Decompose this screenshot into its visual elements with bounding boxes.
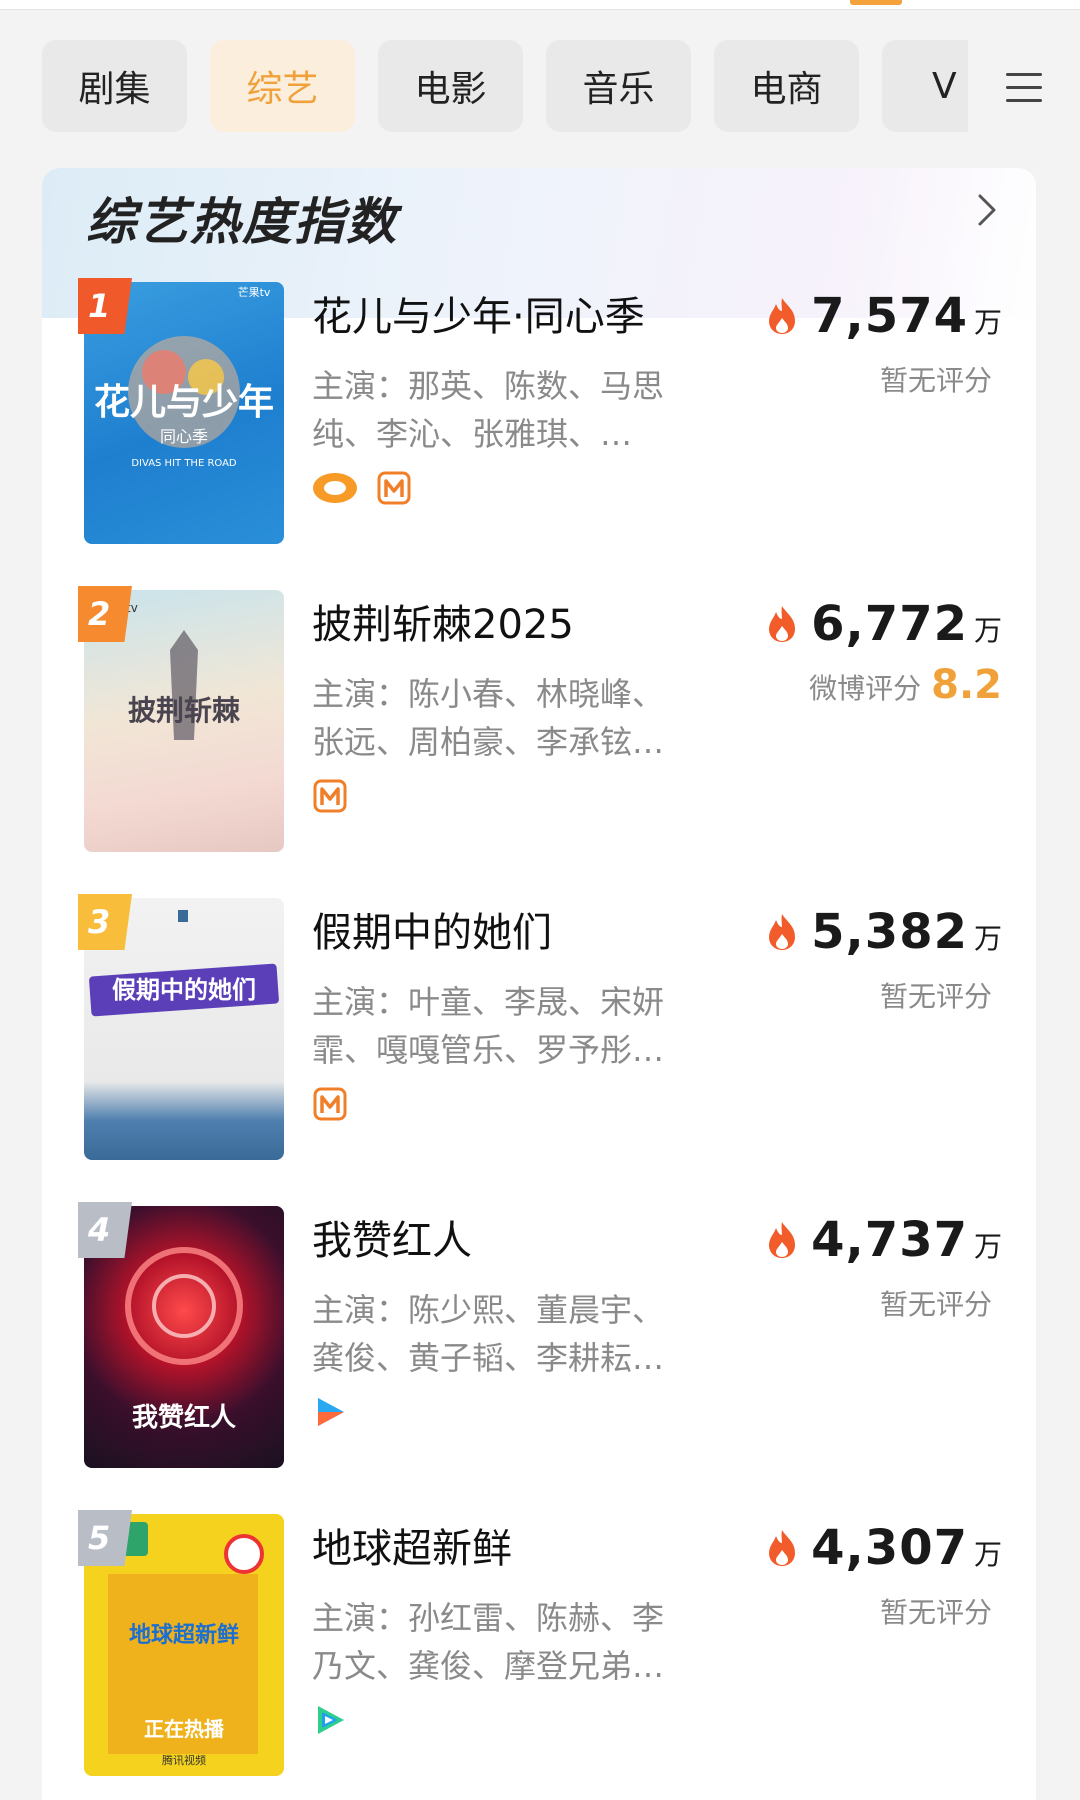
heat-unit: 万	[973, 306, 1002, 339]
cast-list: 主演：孙红雷、陈赫、李 乃文、龚俊、摩登兄弟…	[312, 1594, 712, 1690]
show-title[interactable]: 花儿与少年·同心季	[312, 284, 732, 342]
heat-unit: 万	[973, 1230, 1002, 1263]
top-strip	[0, 0, 1080, 10]
score-label: 暂无评分	[879, 980, 992, 1013]
score: 暂无评分	[692, 1278, 1002, 1324]
tab-movie[interactable]: 电影	[378, 40, 523, 132]
cast-line: 主演：那英、陈数、马思	[312, 367, 665, 405]
svg-text:芒果tv: 芒果tv	[238, 286, 271, 299]
score-label: 暂无评分	[879, 1288, 992, 1321]
ranking-item[interactable]: 披荆斩棘 果tv 2 披荆斩棘2025 主演：陈小春、林晓峰、 张远、周柏豪、李…	[42, 586, 1036, 860]
svg-text:我赞红人: 我赞红人	[132, 1402, 236, 1433]
mango-tv-icon	[313, 473, 357, 503]
tab-variety[interactable]: 综艺	[210, 40, 355, 132]
score: 暂无评分	[692, 354, 1002, 400]
cast-line: 主演：陈小春、林晓峰、	[312, 675, 665, 713]
cast-list: 主演：陈少熙、董晨宇、 龚俊、黄子韬、李耕耘…	[312, 1286, 712, 1382]
heat-unit: 万	[973, 614, 1002, 647]
youku-icon	[318, 1398, 344, 1426]
show-title[interactable]: 地球超新鲜	[312, 1516, 732, 1574]
score-label: 暂无评分	[879, 1596, 992, 1629]
platform-list	[312, 468, 412, 508]
score: 暂无评分	[692, 970, 1002, 1016]
show-title[interactable]: 我赞红人	[312, 1208, 732, 1266]
platform-list	[312, 776, 348, 816]
heat-value: 7,574	[811, 288, 968, 344]
platform-list	[312, 1392, 348, 1432]
flame-icon	[769, 606, 796, 642]
cast-line: 霏、嘎嘎管乐、罗予彤…	[312, 1031, 665, 1069]
tab-ecommerce[interactable]: 电商	[714, 40, 859, 132]
show-title[interactable]: 披荆斩棘2025	[312, 592, 732, 650]
cast-line: 乃文、龚俊、摩登兄弟…	[312, 1647, 665, 1685]
show-title[interactable]: 假期中的她们	[312, 900, 732, 958]
tab-music[interactable]: 音乐	[546, 40, 691, 132]
cast-line: 主演：孙红雷、陈赫、李	[312, 1599, 665, 1637]
cast-line: 主演：叶童、李晟、宋妍	[312, 983, 665, 1021]
svg-text:DIVAS HIT THE ROAD: DIVAS HIT THE ROAD	[131, 458, 237, 469]
ranking-item[interactable]: 地球超新鲜 正在热播 腾讯视频 5 地球超新鲜 主演：孙红雷、陈赫、李 乃文、龚…	[42, 1510, 1036, 1784]
heat-value: 6,772	[811, 596, 968, 652]
ranking-item[interactable]: 我赞红人 4 我赞红人 主演：陈少熙、董晨宇、 龚俊、黄子韬、李耕耘… 4,73…	[42, 1202, 1036, 1476]
heat-index: 4,737 万	[742, 1212, 1002, 1268]
heat-value: 4,307	[811, 1520, 968, 1576]
svg-text:假期中的她们: 假期中的她们	[112, 976, 256, 1004]
cast-list: 主演：陈小春、林晓峰、 张远、周柏豪、李承铉…	[312, 670, 712, 766]
svg-text:同心季: 同心季	[160, 427, 208, 446]
flame-icon	[769, 914, 796, 950]
cast-list: 主演：那英、陈数、马思 纯、李沁、张雅琪、…	[312, 362, 712, 458]
panel-title: 综艺热度指数	[86, 193, 398, 251]
hamburger-icon	[1006, 73, 1042, 103]
rank-badge: 4	[78, 1202, 132, 1258]
tab-drama[interactable]: 剧集	[42, 40, 187, 132]
score: 微博评分 8.2	[692, 662, 1002, 708]
svg-text:地球超新鲜: 地球超新鲜	[129, 1622, 239, 1648]
mgtv-icon	[313, 1087, 347, 1121]
score-label: 微博评分	[809, 672, 922, 705]
tencent-video-icon	[318, 1706, 344, 1734]
cast-line: 主演：陈少熙、董晨宇、	[312, 1291, 665, 1329]
svg-text:披荆斩棘: 披荆斩棘	[128, 694, 240, 727]
rank-badge: 5	[78, 1510, 132, 1566]
platform-list	[312, 1700, 348, 1740]
rank-badge: 1	[78, 278, 132, 334]
heat-index: 4,307 万	[742, 1520, 1002, 1576]
heat-value: 4,737	[811, 1212, 968, 1268]
variety-heat-panel: 综艺热度指数 花儿与少年 同心季 DIVAS HIT THE ROAD 芒果tv…	[42, 168, 1036, 1800]
menu-button[interactable]	[968, 40, 1080, 136]
cast-line: 龚俊、黄子韬、李耕耘…	[312, 1339, 665, 1377]
flame-icon	[769, 1222, 796, 1258]
svg-text:腾讯视频: 腾讯视频	[162, 1753, 206, 1767]
heat-index: 7,574 万	[742, 288, 1002, 344]
score: 暂无评分	[692, 1586, 1002, 1632]
flame-icon	[769, 1530, 796, 1566]
platform-list	[312, 1084, 348, 1124]
mgtv-icon	[313, 779, 347, 813]
ranking-item[interactable]: 假期中的她们 3 假期中的她们 主演：叶童、李晟、宋妍 霏、嘎嘎管乐、罗予彤… …	[42, 894, 1036, 1168]
heat-unit: 万	[973, 1538, 1002, 1571]
rank-badge: 3	[78, 894, 132, 950]
cast-line: 张远、周柏豪、李承铉…	[312, 723, 665, 761]
top-accent-indicator	[850, 0, 902, 5]
svg-text:花儿与少年: 花儿与少年	[94, 382, 274, 423]
chevron-right-icon[interactable]	[966, 190, 1006, 230]
cast-list: 主演：叶童、李晟、宋妍 霏、嘎嘎管乐、罗予彤…	[312, 978, 712, 1074]
rank-badge: 2	[78, 586, 132, 642]
svg-text:正在热播: 正在热播	[144, 1717, 225, 1741]
heat-index: 5,382 万	[742, 904, 1002, 960]
ranking-item[interactable]: 花儿与少年 同心季 DIVAS HIT THE ROAD 芒果tv 1 花儿与少…	[42, 278, 1036, 552]
flame-icon	[769, 298, 796, 334]
category-tabs: 剧集 综艺 电影 音乐 电商 V	[0, 40, 1080, 136]
heat-value: 5,382	[811, 904, 968, 960]
heat-index: 6,772 万	[742, 596, 1002, 652]
cast-line: 纯、李沁、张雅琪、…	[312, 415, 633, 453]
score-value: 8.2	[931, 662, 1002, 708]
mgtv-icon	[377, 471, 411, 505]
heat-unit: 万	[973, 922, 1002, 955]
score-label: 暂无评分	[879, 364, 992, 397]
